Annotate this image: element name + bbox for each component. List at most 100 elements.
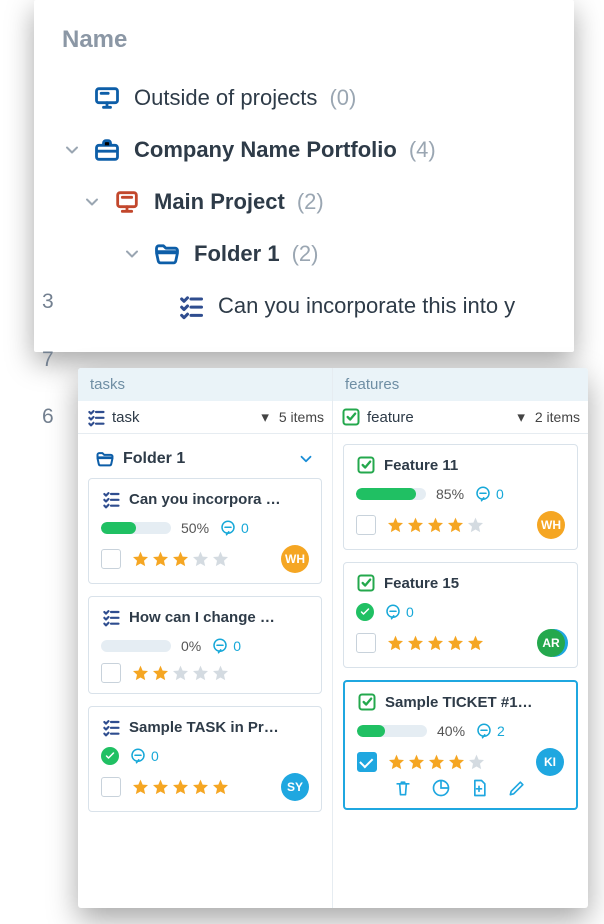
select-checkbox[interactable] xyxy=(101,549,121,569)
card-title: How can I change … xyxy=(129,609,309,626)
chevron-down-icon[interactable] xyxy=(297,450,315,468)
row-number: 3 xyxy=(42,290,54,314)
progress-percent: 0% xyxy=(181,638,201,654)
type-selector[interactable]: task ▾ 5 items xyxy=(78,401,332,434)
assignee-avatar[interactable]: WH xyxy=(281,545,309,573)
assignee-avatar[interactable]: AR xyxy=(537,629,565,657)
comments-number: 0 xyxy=(406,604,414,620)
column-header: features xyxy=(333,368,588,401)
tree-item-count: (4) xyxy=(409,137,436,163)
trash-icon xyxy=(393,778,413,798)
star-icon xyxy=(211,664,230,683)
rating-stars xyxy=(386,634,485,653)
type-selector[interactable]: feature ▾ 2 items xyxy=(333,401,588,434)
star-icon xyxy=(427,753,446,772)
tree-item-label: Outside of projects xyxy=(134,85,317,111)
star-icon xyxy=(447,753,466,772)
rating-stars xyxy=(386,516,485,535)
tree-row[interactable]: Main Project (2) xyxy=(34,176,574,228)
star-icon xyxy=(211,550,230,569)
assignee-avatar[interactable]: SY xyxy=(281,773,309,801)
star-icon xyxy=(466,634,485,653)
assignee-avatar[interactable]: KI xyxy=(536,748,564,776)
checklist-icon xyxy=(177,292,205,320)
comments-count[interactable]: 0 xyxy=(211,637,241,655)
select-checkbox[interactable] xyxy=(101,663,121,683)
star-icon xyxy=(131,778,150,797)
comments-count[interactable]: 0 xyxy=(384,603,414,621)
comment-icon xyxy=(219,519,237,537)
pencil-icon[interactable] xyxy=(507,778,527,798)
tree-row[interactable]: Can you incorporate this into y xyxy=(34,280,574,332)
done-badge xyxy=(101,747,119,765)
tree-row[interactable]: Outside of projects (0) xyxy=(34,72,574,124)
item-count: 2 items xyxy=(535,409,580,425)
progress-bar xyxy=(101,522,171,534)
tree-item-label: Main Project xyxy=(154,189,285,215)
select-checkbox[interactable] xyxy=(101,777,121,797)
select-checkbox[interactable] xyxy=(356,515,376,535)
task-card[interactable]: Feature 11 85% 0 WH xyxy=(343,444,578,550)
star-icon xyxy=(386,516,405,535)
type-label: task xyxy=(112,409,255,426)
task-card[interactable]: Feature 15 0 AR xyxy=(343,562,578,668)
star-icon xyxy=(151,664,170,683)
comment-icon xyxy=(211,637,229,655)
card-title: Can you incorpora … xyxy=(129,491,309,508)
comment-icon xyxy=(384,603,402,621)
select-checkbox[interactable] xyxy=(357,752,377,772)
star-icon xyxy=(191,778,210,797)
check-square-icon xyxy=(356,573,376,593)
comments-count[interactable]: 0 xyxy=(474,485,504,503)
assignee-avatar[interactable]: WH xyxy=(537,511,565,539)
star-icon xyxy=(191,550,210,569)
star-icon xyxy=(151,778,170,797)
briefcase-icon xyxy=(93,136,121,164)
chevron-down-icon[interactable] xyxy=(122,244,142,264)
chevron-down-icon xyxy=(62,140,82,160)
tree-row[interactable]: Company Name Portfolio (4) xyxy=(34,124,574,176)
progress-percent: 40% xyxy=(437,723,465,739)
star-icon xyxy=(446,516,465,535)
check-square-icon xyxy=(357,692,377,712)
star-icon xyxy=(191,664,210,683)
comments-count[interactable]: 0 xyxy=(129,747,159,765)
add-file-icon[interactable] xyxy=(469,778,489,798)
checklist-icon xyxy=(101,489,121,509)
screen-icon xyxy=(93,84,121,112)
chevron-down-icon[interactable] xyxy=(62,140,82,160)
folder-group-header[interactable]: Folder 1 xyxy=(88,444,322,478)
tree-row[interactable]: Folder 1 (2) xyxy=(34,228,574,280)
task-card[interactable]: Sample TASK in Pr… 0 SY xyxy=(88,706,322,812)
tree-item-label: Company Name Portfolio xyxy=(134,137,397,163)
rating-stars xyxy=(131,664,230,683)
done-badge xyxy=(356,603,374,621)
card-toolbar xyxy=(357,776,564,798)
star-icon xyxy=(211,778,230,797)
chart-icon xyxy=(431,778,451,798)
comments-count[interactable]: 0 xyxy=(219,519,249,537)
type-label: feature xyxy=(367,409,511,426)
tree-item-count: (0) xyxy=(329,85,356,111)
chevron-down-icon[interactable] xyxy=(82,192,102,212)
task-card[interactable]: How can I change … 0% 0 xyxy=(88,596,322,694)
item-count: 5 items xyxy=(279,409,324,425)
comment-icon xyxy=(474,485,492,503)
star-icon xyxy=(407,753,426,772)
comments-number: 0 xyxy=(233,638,241,654)
card-title: Sample TASK in Pr… xyxy=(129,719,309,736)
trash-icon[interactable] xyxy=(393,778,413,798)
column-body: Feature 11 85% 0 WH Fea xyxy=(333,434,588,832)
comments-count[interactable]: 2 xyxy=(475,722,505,740)
folder-open-icon xyxy=(95,449,115,469)
folder-open-icon xyxy=(153,240,181,268)
task-card[interactable]: Can you incorpora … 50% 0 WH xyxy=(88,478,322,584)
task-card[interactable]: Sample TICKET #1… 40% 2 KI xyxy=(343,680,578,810)
comments-number: 0 xyxy=(151,748,159,764)
rating-stars xyxy=(131,550,230,569)
dropdown-caret-icon[interactable]: ▾ xyxy=(517,408,525,426)
tree-column-header: Name xyxy=(34,8,574,72)
dropdown-caret-icon[interactable]: ▾ xyxy=(261,408,269,426)
chart-icon[interactable] xyxy=(431,778,451,798)
select-checkbox[interactable] xyxy=(356,633,376,653)
